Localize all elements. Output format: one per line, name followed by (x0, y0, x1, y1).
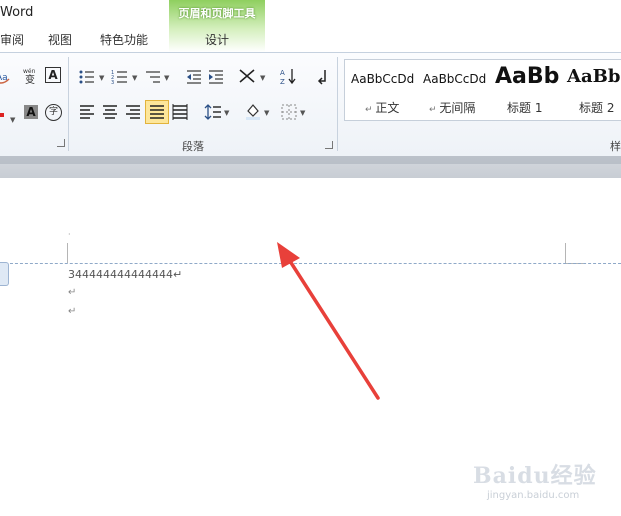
style-name: ↵ 无间隔 (429, 101, 476, 115)
styles-gallery[interactable]: AaBbCcDd ↵ 正文 AaBbCcDd ↵ 无间隔 AaBb 标题 1 A… (344, 59, 621, 121)
justify-icon (150, 105, 164, 119)
group-separator (337, 57, 338, 151)
styles-group-label: 样 (610, 140, 621, 153)
align-right-icon[interactable] (124, 103, 142, 121)
style-no-spacing[interactable]: AaBbCcDd ↵ 无间隔 (417, 60, 489, 120)
tab-design[interactable]: 设计 (169, 31, 265, 48)
ribbon-shadow (0, 156, 621, 164)
justify-button[interactable] (145, 100, 169, 124)
shading-dropdown-icon[interactable]: ▼ (264, 109, 269, 117)
svg-text:3: 3 (111, 80, 114, 86)
app-title: Word (0, 5, 34, 20)
style-name: ↵ 正文 (365, 101, 400, 115)
chinese-layout-icon[interactable] (238, 67, 256, 85)
character-shading-letter: A (26, 105, 36, 119)
tab-special-features[interactable]: 特色功能 (100, 31, 148, 48)
decrease-indent-icon[interactable] (185, 68, 203, 86)
context-tab-title: 页眉和页脚工具 (178, 7, 256, 20)
baidu-watermark: Baidu经验 jingyan.baidu.com (473, 458, 613, 510)
watermark-url: jingyan.baidu.com (487, 490, 580, 501)
paragraph-mark: ↵ (68, 287, 77, 298)
distributed-icon[interactable] (171, 103, 189, 121)
crop-mark-left (67, 243, 68, 263)
style-sample: AaBb( (567, 66, 621, 87)
style-sample: AaBbCcDd (423, 72, 487, 86)
shading-icon[interactable] (244, 102, 262, 120)
numbering-dropdown-icon[interactable]: ▼ (132, 74, 137, 82)
borders-dropdown-icon[interactable]: ▼ (300, 109, 305, 117)
watermark-brand: Baidu经验 (473, 463, 597, 489)
style-sample: AaBbCcDd (351, 72, 415, 86)
align-center-icon[interactable] (101, 103, 119, 121)
style-normal[interactable]: AaBbCcDd ↵ 正文 (345, 60, 415, 120)
title-bar: Word 审阅 视图 特色功能 页眉和页脚工具 设计 (0, 0, 621, 52)
character-shading-icon[interactable]: A (24, 105, 38, 119)
header-footer-tools-tab-group: 页眉和页脚工具 设计 (169, 0, 265, 52)
bullets-dropdown-icon[interactable]: ▼ (99, 74, 104, 82)
style-sample: AaBb (495, 64, 560, 89)
style-heading-1[interactable]: AaBb 标题 1 (491, 60, 561, 120)
svg-text:A: A (280, 69, 285, 77)
multilevel-list-dropdown-icon[interactable]: ▼ (164, 74, 169, 82)
tab-view[interactable]: 视图 (48, 31, 72, 48)
borders-icon[interactable] (280, 103, 298, 121)
paragraph-dialog-launcher-icon[interactable] (325, 141, 333, 149)
header-boundary-line (0, 263, 621, 264)
crop-mark-right (565, 243, 566, 263)
font-dialog-launcher-icon[interactable] (57, 139, 65, 147)
sort-icon[interactable]: AZ (279, 67, 297, 85)
clear-format-icon[interactable]: Aa (0, 67, 12, 85)
header-tab-handle[interactable] (0, 262, 9, 286)
font-color-icon[interactable] (0, 113, 4, 117)
character-border-letter: A (48, 68, 58, 82)
tab-review[interactable]: 审阅 (0, 31, 24, 48)
ribbon: Aa wén变 A ▼ A 字 ▼ 123 ▼ ▼ ▼ AZ (0, 52, 621, 157)
line-spacing-icon[interactable] (204, 103, 222, 121)
multilevel-list-icon[interactable] (144, 68, 162, 86)
svg-text:Z: Z (280, 78, 285, 85)
align-left-icon[interactable] (78, 103, 96, 121)
numbering-icon[interactable]: 123 (111, 68, 129, 86)
group-separator (68, 57, 69, 151)
enclose-characters-icon[interactable]: 字 (45, 104, 62, 121)
line-spacing-dropdown-icon[interactable]: ▼ (224, 109, 229, 117)
paragraph-group-label: 段落 (182, 140, 204, 153)
paragraph-mark: ↵ (68, 306, 77, 317)
style-name: 标题 2 (579, 101, 615, 115)
increase-indent-icon[interactable] (207, 68, 225, 86)
phonetic-icon-text: wén (23, 68, 36, 75)
body-text-line[interactable]: 344444444444444↵ (68, 268, 182, 281)
bullets-icon[interactable] (78, 68, 96, 86)
font-color-dropdown[interactable]: ▼ (10, 107, 15, 126)
show-paragraph-marks-icon[interactable] (313, 67, 331, 85)
character-border-icon[interactable]: A (45, 67, 61, 83)
style-name: 标题 1 (507, 101, 543, 115)
header-paragraph-mark: · (68, 230, 71, 239)
style-heading-2[interactable]: AaBb( 标题 2 (563, 60, 621, 120)
chinese-layout-dropdown-icon[interactable]: ▼ (260, 74, 265, 82)
phonetic-icon-char: 变 (25, 73, 35, 84)
phonetic-guide-icon[interactable]: wén 变 (22, 66, 40, 84)
